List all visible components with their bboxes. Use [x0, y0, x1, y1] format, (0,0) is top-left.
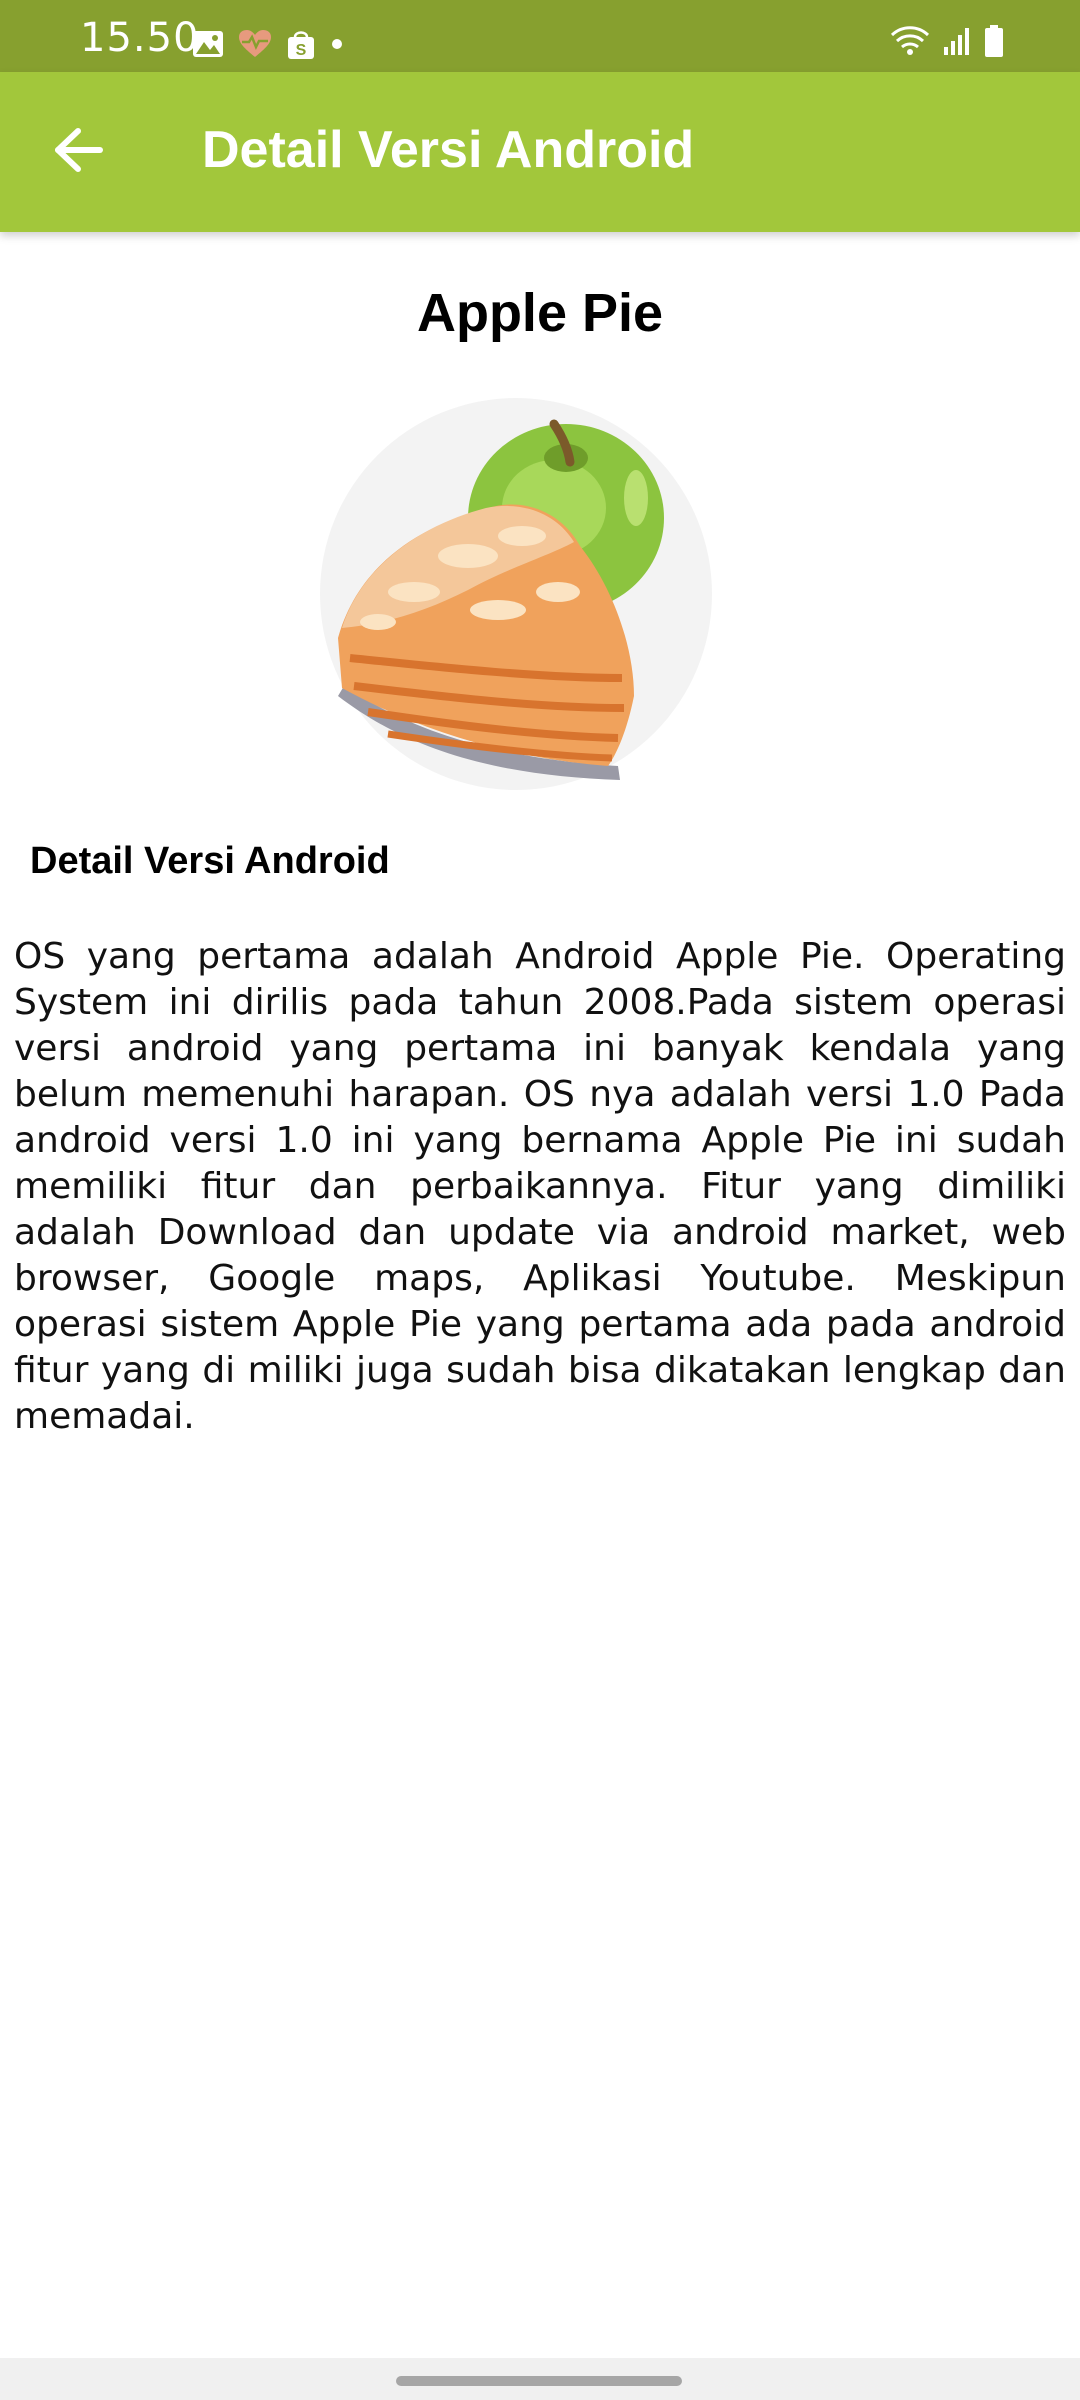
navigation-bar [0, 2358, 1080, 2400]
app-bar: Detail Versi Android [0, 72, 1080, 232]
back-button[interactable] [38, 112, 118, 192]
apple-pie-image [318, 396, 714, 792]
gallery-icon [192, 30, 224, 63]
health-icon [238, 29, 272, 64]
status-icons-left: S [192, 28, 344, 65]
status-time: 15.50 [80, 15, 200, 61]
signal-icon [942, 25, 972, 62]
version-name: Apple Pie [416, 283, 664, 343]
svg-text:S: S [296, 42, 307, 59]
arrow-back-icon [52, 127, 104, 178]
shop-icon: S [286, 28, 316, 65]
app-bar-title: Detail Versi Android [202, 121, 695, 179]
section-heading: Detail Versi Android [30, 840, 390, 882]
status-icons-right [890, 24, 1004, 63]
status-bar: 15.50 S [0, 0, 1080, 72]
description-text: OS yang pertama adalah Android Apple Pie… [14, 936, 1066, 1437]
home-indicator[interactable] [396, 2376, 682, 2386]
battery-icon [984, 24, 1004, 63]
wifi-icon [890, 25, 930, 62]
screen: 15.50 S Detail Versi Android Apple Pie D… [0, 0, 1080, 2400]
dot-icon [330, 37, 344, 56]
